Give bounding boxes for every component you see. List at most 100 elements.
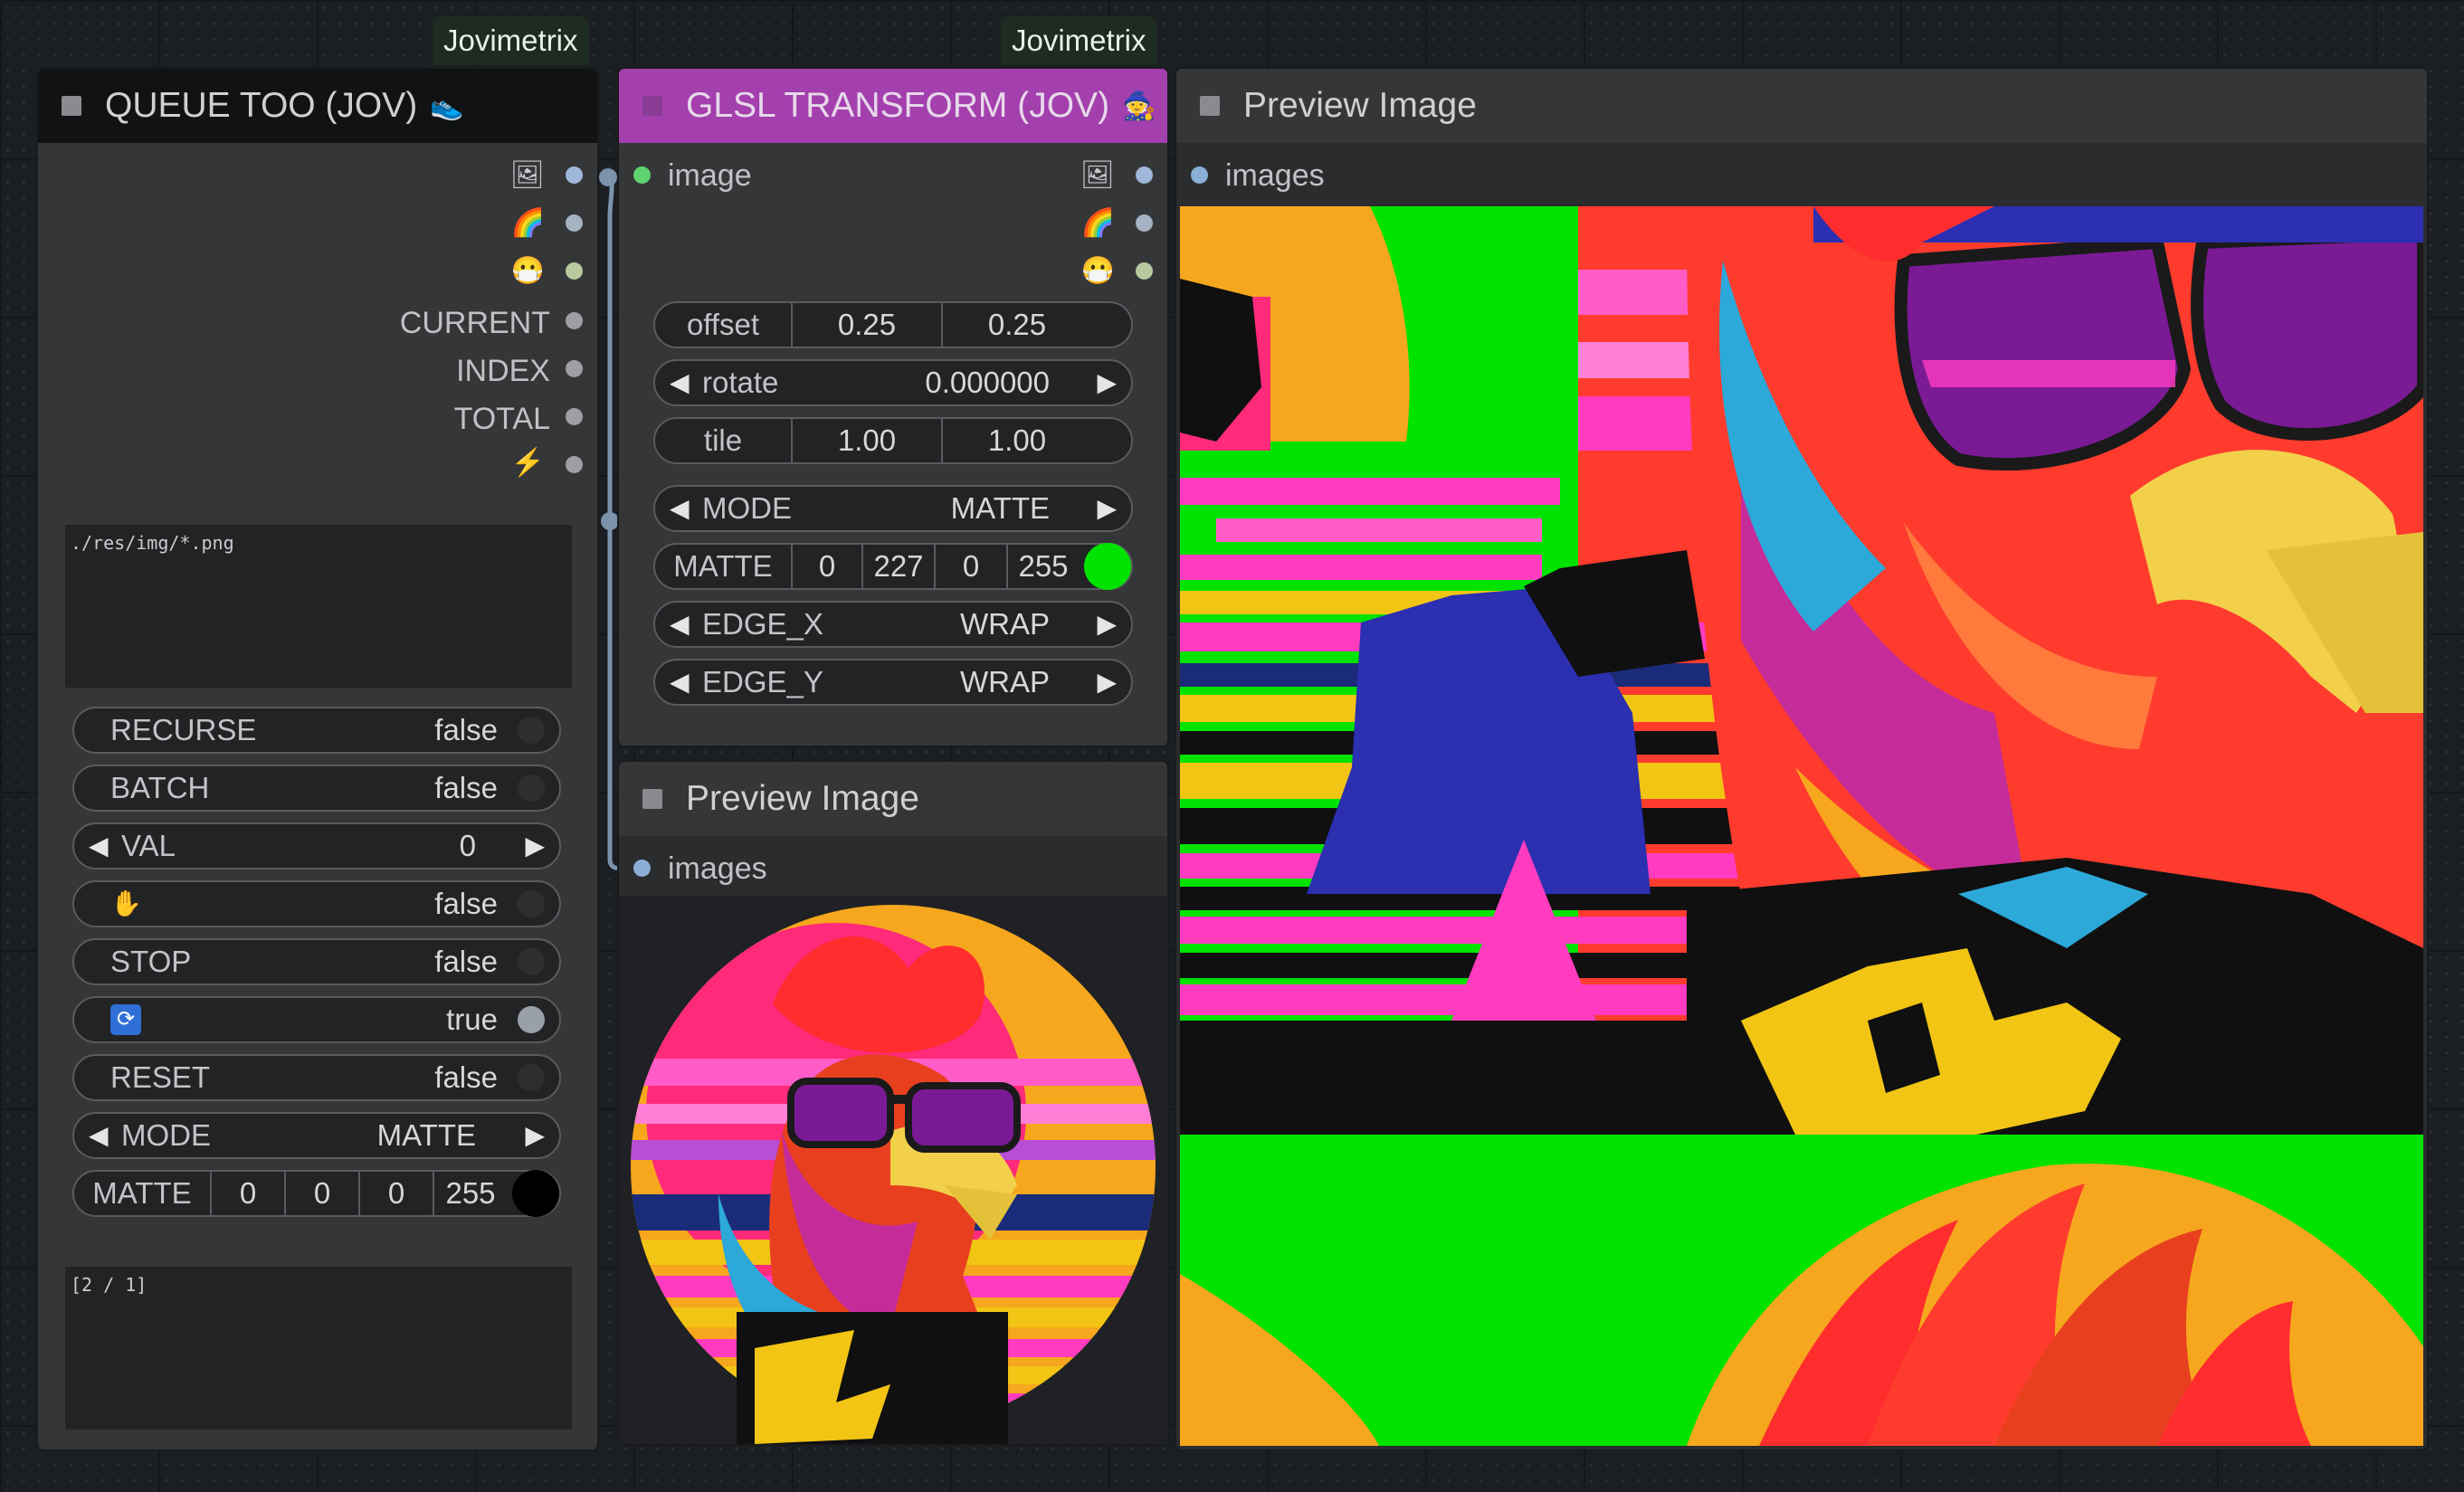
mask-face-icon: 😷 — [1080, 256, 1115, 286]
picture-icon: 🖼 — [1080, 160, 1115, 190]
decrement-arrow-icon[interactable]: ◀ — [89, 824, 109, 868]
reset-value: false — [434, 1060, 498, 1094]
edge-y-value: WRAP — [960, 665, 1050, 698]
matte-g[interactable]: 0 — [284, 1172, 358, 1215]
node-title-bar[interactable]: QUEUE TOO (JOV) 👟 — [38, 69, 597, 143]
recurse-toggle[interactable]: RECURSE false — [72, 707, 561, 754]
rotate-number-widget[interactable]: ◀ rotate 0.000000 ▶ — [653, 359, 1133, 406]
matte-color-widget[interactable]: MATTE 0 227 0 255 — [653, 543, 1133, 590]
output-slot-image[interactable] — [1136, 166, 1153, 184]
collapse-toggle[interactable] — [1200, 96, 1220, 116]
output-label-current: CURRENT — [399, 306, 550, 340]
loop-toggle[interactable]: ⟳ true — [72, 996, 561, 1043]
prev-arrow-icon[interactable]: ◀ — [670, 603, 690, 646]
tile-x[interactable]: 1.00 — [791, 419, 941, 462]
edge-y-label: EDGE_Y — [702, 665, 823, 698]
hold-value: false — [434, 887, 498, 920]
mode-combo[interactable]: ◀ MODE MATTE ▶ — [653, 485, 1133, 532]
next-arrow-icon[interactable]: ▶ — [1097, 603, 1117, 646]
input-label-images: images — [668, 851, 767, 886]
output-slot-rgb[interactable] — [1136, 214, 1153, 232]
matte-a[interactable]: 255 — [433, 1172, 507, 1215]
glsl-transform-node[interactable]: GLSL TRANSFORM (JOV) 🧙 image 🖼 🌈 😷 offse… — [619, 69, 1167, 746]
node-title: Preview Image — [686, 779, 919, 818]
toggle-knob — [518, 890, 545, 917]
node-title-bar[interactable]: Preview Image — [619, 762, 1167, 836]
stop-toggle[interactable]: STOP false — [72, 938, 561, 985]
edge-y-combo[interactable]: ◀ EDGE_Y WRAP ▶ — [653, 659, 1133, 706]
collapse-toggle[interactable] — [642, 789, 662, 809]
decrement-arrow-icon[interactable]: ◀ — [670, 361, 690, 404]
matte-swatch[interactable] — [1084, 543, 1131, 590]
next-arrow-icon[interactable]: ▶ — [525, 1114, 545, 1157]
hold-toggle[interactable]: ✋ false — [72, 880, 561, 927]
picture-icon: 🖼 — [509, 160, 545, 190]
increment-arrow-icon[interactable]: ▶ — [1097, 361, 1117, 404]
edge-x-combo[interactable]: ◀ EDGE_X WRAP ▶ — [653, 601, 1133, 648]
toggle-knob — [518, 948, 545, 975]
reset-toggle[interactable]: RESET false — [72, 1054, 561, 1101]
toggle-knob — [518, 1006, 545, 1033]
output-slot-mask[interactable] — [1136, 262, 1153, 280]
path-textarea[interactable]: ./res/img/*.png — [65, 525, 572, 688]
tile-vector-widget[interactable]: tile 1.00 1.00 — [653, 417, 1133, 464]
collapse-toggle[interactable] — [642, 96, 662, 116]
next-arrow-icon[interactable]: ▶ — [1097, 487, 1117, 530]
input-label-images: images — [1225, 158, 1325, 193]
toggle-knob — [518, 717, 545, 744]
input-slot-image[interactable] — [633, 166, 651, 184]
queue-too-node[interactable]: QUEUE TOO (JOV) 👟 🖼 🌈 😷 CURRENT INDEX TO… — [38, 69, 597, 1449]
node-source-badge: Jovimetrix — [433, 16, 589, 65]
edge-x-label: EDGE_X — [702, 607, 823, 641]
offset-label: offset — [686, 308, 760, 341]
rotate-label: rotate — [702, 366, 779, 399]
mode-label: MODE — [702, 491, 792, 525]
input-label-image: image — [668, 158, 752, 193]
preview-image-node-large[interactable]: Preview Image images — [1176, 69, 2427, 1449]
matte-g[interactable]: 227 — [861, 545, 934, 588]
matte-swatch[interactable] — [512, 1170, 559, 1217]
output-label-index: INDEX — [456, 354, 550, 388]
matte-label: MATTE — [92, 1176, 192, 1210]
preview-image-transformed — [1180, 206, 2423, 1446]
preview-image-node-small[interactable]: Preview Image images — [619, 762, 1167, 1444]
matte-r[interactable]: 0 — [210, 1172, 284, 1215]
prev-arrow-icon[interactable]: ◀ — [89, 1114, 109, 1157]
val-value: 0 — [459, 829, 476, 862]
val-label: VAL — [121, 829, 176, 862]
reset-label: RESET — [110, 1060, 211, 1094]
matte-b[interactable]: 0 — [358, 1172, 433, 1215]
input-slot-images[interactable] — [1191, 166, 1208, 184]
toggle-knob — [518, 775, 545, 802]
batch-toggle[interactable]: BATCH false — [72, 765, 561, 812]
loop-value: true — [446, 1003, 498, 1036]
mode-combo[interactable]: ◀ MODE MATTE ▶ — [72, 1112, 561, 1159]
matte-b[interactable]: 0 — [934, 545, 1006, 588]
matte-label: MATTE — [673, 549, 773, 583]
node-source-badge: Jovimetrix — [1001, 16, 1157, 65]
matte-a[interactable]: 255 — [1006, 545, 1079, 588]
input-slot-images[interactable] — [633, 860, 651, 877]
increment-arrow-icon[interactable]: ▶ — [525, 824, 545, 868]
prev-arrow-icon[interactable]: ◀ — [670, 660, 690, 704]
offset-y[interactable]: 0.25 — [941, 303, 1091, 347]
mask-face-icon: 😷 — [510, 256, 545, 286]
collapse-toggle[interactable] — [62, 96, 81, 116]
tile-y[interactable]: 1.00 — [941, 419, 1091, 462]
node-title-bar[interactable]: Preview Image — [1176, 69, 2427, 143]
node-title-bar[interactable]: GLSL TRANSFORM (JOV) 🧙 — [619, 69, 1167, 143]
offset-vector-widget[interactable]: offset 0.25 0.25 — [653, 301, 1133, 348]
node-title: Preview Image — [1243, 86, 1477, 125]
prev-arrow-icon[interactable]: ◀ — [670, 487, 690, 530]
lightning-icon: ⚡ — [510, 448, 545, 478]
next-arrow-icon[interactable]: ▶ — [1097, 660, 1117, 704]
status-textarea[interactable]: [2 / 1] — [65, 1267, 572, 1430]
matte-color-widget[interactable]: MATTE 0 0 0 255 — [72, 1170, 561, 1217]
val-number-widget[interactable]: ◀ VAL 0 ▶ — [72, 822, 561, 870]
rainbow-icon: 🌈 — [510, 208, 545, 238]
stop-value: false — [434, 945, 498, 978]
matte-r[interactable]: 0 — [791, 545, 861, 588]
offset-x[interactable]: 0.25 — [791, 303, 941, 347]
mode-value: MATTE — [950, 491, 1050, 525]
shoe-icon: 👟 — [430, 90, 464, 121]
